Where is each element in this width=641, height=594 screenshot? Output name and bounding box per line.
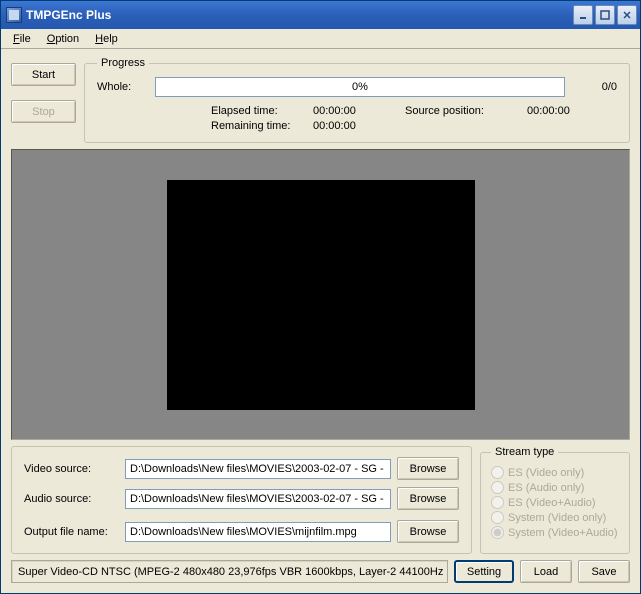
load-button[interactable]: Load — [520, 560, 572, 583]
elapsed-label: Elapsed time: — [211, 105, 311, 117]
source-pos-label: Source position: — [405, 105, 525, 117]
stream-opt-es-audio: ES (Audio only) — [491, 481, 619, 494]
setting-button[interactable]: Setting — [454, 560, 514, 583]
output-file-input[interactable] — [125, 522, 391, 542]
stop-button: Stop — [11, 100, 76, 123]
start-button[interactable]: Start — [11, 63, 76, 86]
content-area: Start Stop Progress Whole: 0% 0/0 Elapse… — [1, 49, 640, 593]
status-text: Super Video-CD NTSC (MPEG-2 480x480 23,9… — [11, 560, 448, 583]
titlebar[interactable]: TMPGEnc Plus — [1, 1, 640, 29]
minimize-button[interactable] — [573, 5, 593, 25]
whole-label: Whole: — [97, 81, 147, 93]
audio-source-input[interactable] — [125, 489, 391, 509]
progress-group: Progress Whole: 0% 0/0 Elapsed time: 00:… — [84, 57, 630, 143]
remaining-value: 00:00:00 — [313, 120, 403, 132]
stream-opt-sys-video: System (Video only) — [491, 511, 619, 524]
app-window: TMPGEnc Plus File Option Help Start Stop… — [0, 0, 641, 594]
radio-sys-video — [491, 511, 504, 524]
video-source-input[interactable] — [125, 459, 391, 479]
video-source-label: Video source: — [24, 463, 119, 475]
remaining-label: Remaining time: — [211, 120, 311, 132]
progress-percent: 0% — [352, 81, 368, 93]
browse-audio-button[interactable]: Browse — [397, 487, 459, 510]
maximize-button[interactable] — [595, 5, 615, 25]
preview-area — [11, 149, 630, 440]
elapsed-value: 00:00:00 — [313, 105, 403, 117]
menubar: File Option Help — [1, 29, 640, 49]
maximize-icon — [600, 10, 610, 20]
progress-counter: 0/0 — [573, 81, 617, 93]
source-group: Video source: Browse Audio source: Brows… — [11, 446, 472, 554]
menu-help[interactable]: Help — [87, 31, 126, 47]
radio-es-audio — [491, 481, 504, 494]
output-file-label: Output file name: — [24, 526, 119, 538]
browse-video-button[interactable]: Browse — [397, 457, 459, 480]
stream-opt-es-video: ES (Video only) — [491, 466, 619, 479]
stream-type-group: Stream type ES (Video only) ES (Audio on… — [480, 446, 630, 554]
stream-type-legend: Stream type — [491, 446, 558, 458]
source-pos-value: 00:00:00 — [527, 105, 617, 117]
browse-output-button[interactable]: Browse — [397, 520, 459, 543]
menu-option[interactable]: Option — [39, 31, 87, 47]
radio-sys-va — [491, 526, 504, 539]
radio-es-video — [491, 466, 504, 479]
close-icon — [622, 10, 632, 20]
progress-legend: Progress — [97, 57, 149, 69]
stream-opt-sys-va: System (Video+Audio) — [491, 526, 619, 539]
audio-source-label: Audio source: — [24, 493, 119, 505]
progress-bar: 0% — [155, 77, 565, 97]
minimize-icon — [578, 10, 588, 20]
app-icon — [6, 7, 22, 23]
radio-es-va — [491, 496, 504, 509]
window-title: TMPGEnc Plus — [26, 8, 573, 22]
stream-opt-es-va: ES (Video+Audio) — [491, 496, 619, 509]
preview-canvas — [167, 180, 475, 410]
menu-file[interactable]: File — [5, 31, 39, 47]
save-button[interactable]: Save — [578, 560, 630, 583]
close-button[interactable] — [617, 5, 637, 25]
